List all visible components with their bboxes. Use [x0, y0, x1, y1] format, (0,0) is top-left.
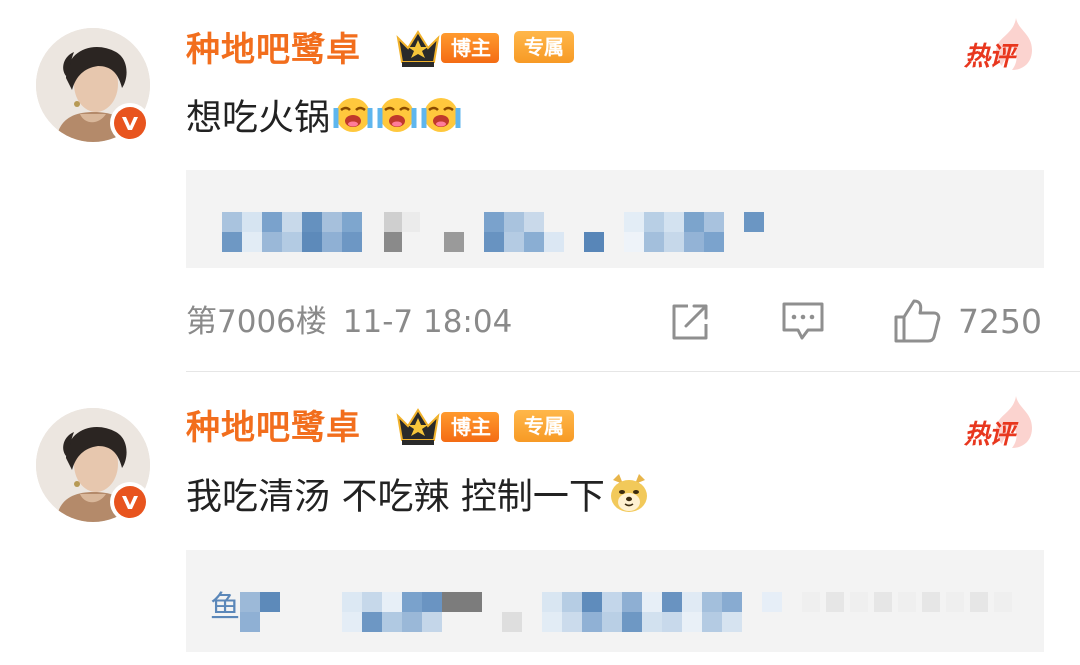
verified-v-icon [114, 486, 146, 518]
verified-badge [110, 103, 150, 143]
hot-comment-badge: 热评 [962, 18, 1042, 76]
comment-text-row: 我吃清汤 不吃辣 控制一下 [186, 472, 651, 525]
like-count: 7250 [958, 302, 1042, 341]
comment-item: 种地吧鹭卓 博主 专属 热评 我吃清汤 不吃辣 控制一下 鱼 [0, 372, 1080, 665]
hot-comment-label: 热评 [964, 420, 1015, 450]
comment-icon[interactable] [780, 298, 826, 348]
laugh-cry-emoji [332, 94, 374, 145]
crown-icon [394, 404, 442, 448]
comment-text-row: 想吃火锅 [186, 94, 462, 145]
blogger-badge: 博主 [441, 412, 499, 442]
comment-meta: 第7006楼 11-7 18:04 [186, 302, 512, 342]
comment-item: 种地吧鹭卓 博主 专属 热评 想吃火锅 第7006楼 11-7 18:04 72… [0, 0, 1080, 372]
reply-preview-blurred[interactable]: 鱼 [186, 550, 1044, 652]
laugh-cry-emoji [376, 94, 418, 145]
verified-v-icon [114, 107, 146, 139]
floor-number: 第7006楼 [186, 304, 327, 340]
reply-prefix: 鱼 [210, 590, 240, 625]
reply-preview-blurred[interactable] [186, 170, 1044, 268]
exclusive-badge: 专属 [514, 410, 574, 442]
username[interactable]: 种地吧鹭卓 [186, 408, 361, 448]
comment-text: 想吃火锅 [186, 97, 331, 139]
username[interactable]: 种地吧鹭卓 [186, 30, 361, 70]
hot-comment-badge: 热评 [962, 396, 1042, 454]
doge-emoji [607, 472, 651, 525]
laugh-cry-emoji [420, 94, 462, 145]
hot-comment-label: 热评 [964, 42, 1015, 72]
thumbs-up-icon[interactable] [892, 297, 942, 349]
share-icon[interactable] [668, 300, 712, 348]
comment-time: 11-7 18:04 [342, 304, 513, 340]
verified-badge [110, 482, 150, 522]
crown-icon [394, 26, 442, 70]
comment-text: 我吃清汤 不吃辣 控制一下 [186, 476, 605, 518]
blogger-badge: 博主 [441, 33, 499, 63]
exclusive-badge: 专属 [514, 31, 574, 63]
